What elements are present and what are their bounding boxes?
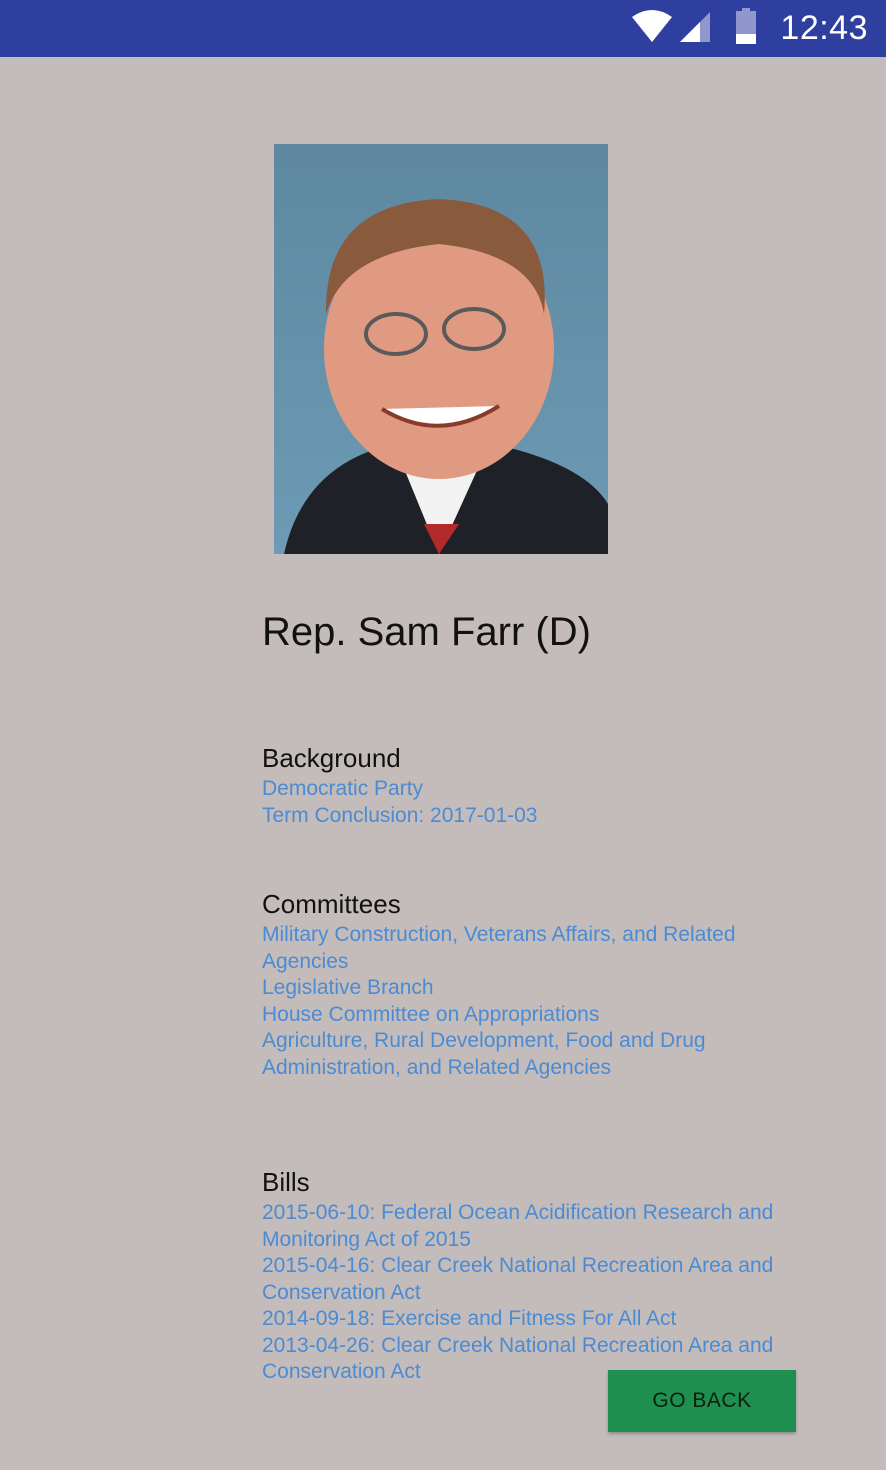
committees-heading: Committees [262,889,401,919]
committees-section: Committees Military Construction, Vetera… [262,888,822,1081]
bill-item[interactable]: 2015-04-16: Clear Creek National Recreat… [262,1253,822,1280]
clock: 12:43 [780,9,868,47]
committee-item[interactable]: Administration, and Related Agencies [262,1055,822,1082]
committee-item[interactable]: Agencies [262,949,822,976]
battery-icon [734,8,758,49]
party-item[interactable]: Democratic Party [262,776,822,803]
background-section: Background Democratic Party Term Conclus… [262,742,822,829]
representative-photo [274,144,608,554]
bill-item[interactable]: Conservation Act [262,1280,822,1307]
bills-heading: Bills [262,1167,310,1197]
representative-name: Rep. Sam Farr (D) [262,610,591,654]
bill-item[interactable]: 2013-04-26: Clear Creek National Recreat… [262,1333,822,1360]
bill-item[interactable]: 2015-06-10: Federal Ocean Acidification … [262,1200,822,1227]
cell-signal-icon [678,9,712,48]
background-heading: Background [262,743,401,773]
committee-item[interactable]: Military Construction, Veterans Affairs,… [262,922,822,949]
term-conclusion-item[interactable]: Term Conclusion: 2017-01-03 [262,803,822,830]
bill-item[interactable]: 2014-09-18: Exercise and Fitness For All… [262,1306,822,1333]
status-bar: 12:43 [0,0,886,57]
committee-item[interactable]: House Committee on Appropriations [262,1002,822,1029]
wifi-icon [632,9,673,48]
committee-item[interactable]: Legislative Branch [262,975,822,1002]
bill-item[interactable]: Monitoring Act of 2015 [262,1227,822,1254]
bills-section: Bills 2015-06-10: Federal Ocean Acidific… [262,1166,822,1386]
committee-item[interactable]: Agriculture, Rural Development, Food and… [262,1028,822,1055]
go-back-button[interactable]: GO BACK [608,1370,796,1432]
